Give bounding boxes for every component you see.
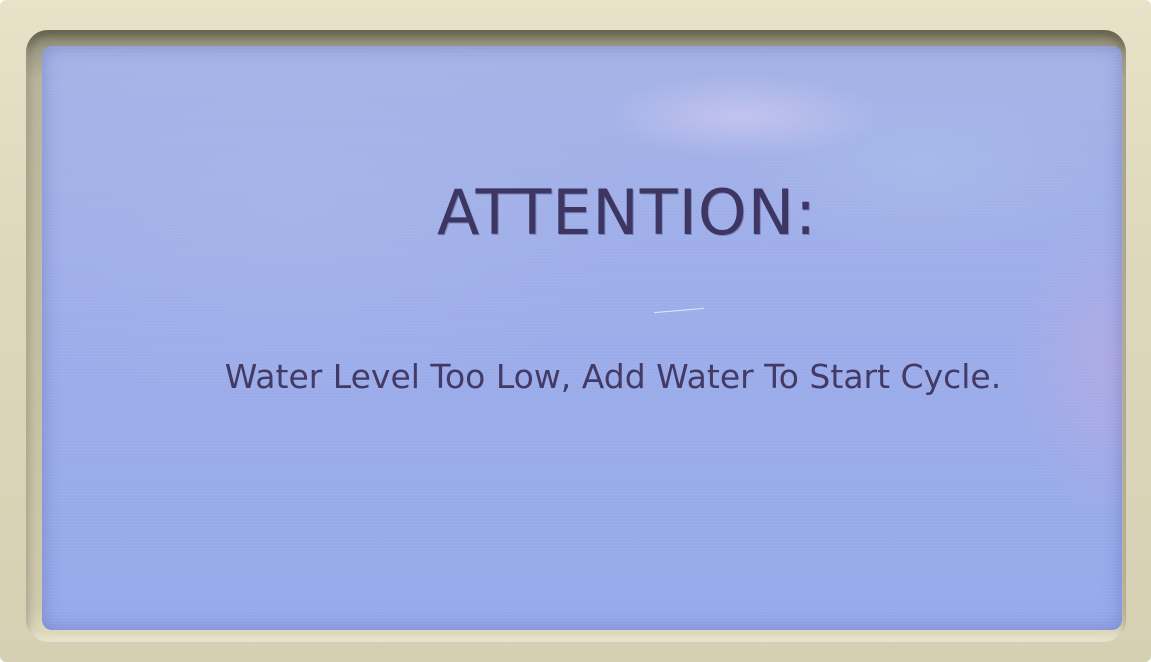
lcd-backlight-texture <box>42 46 1122 630</box>
device-bezel: ATTENTION: Water Level Too Low, Add Wate… <box>0 0 1151 662</box>
status-message: Water Level Too Low, Add Water To Start … <box>224 357 1002 396</box>
attention-heading: ATTENTION: <box>436 176 818 249</box>
lcd-screen: ATTENTION: Water Level Too Low, Add Wate… <box>42 46 1122 630</box>
